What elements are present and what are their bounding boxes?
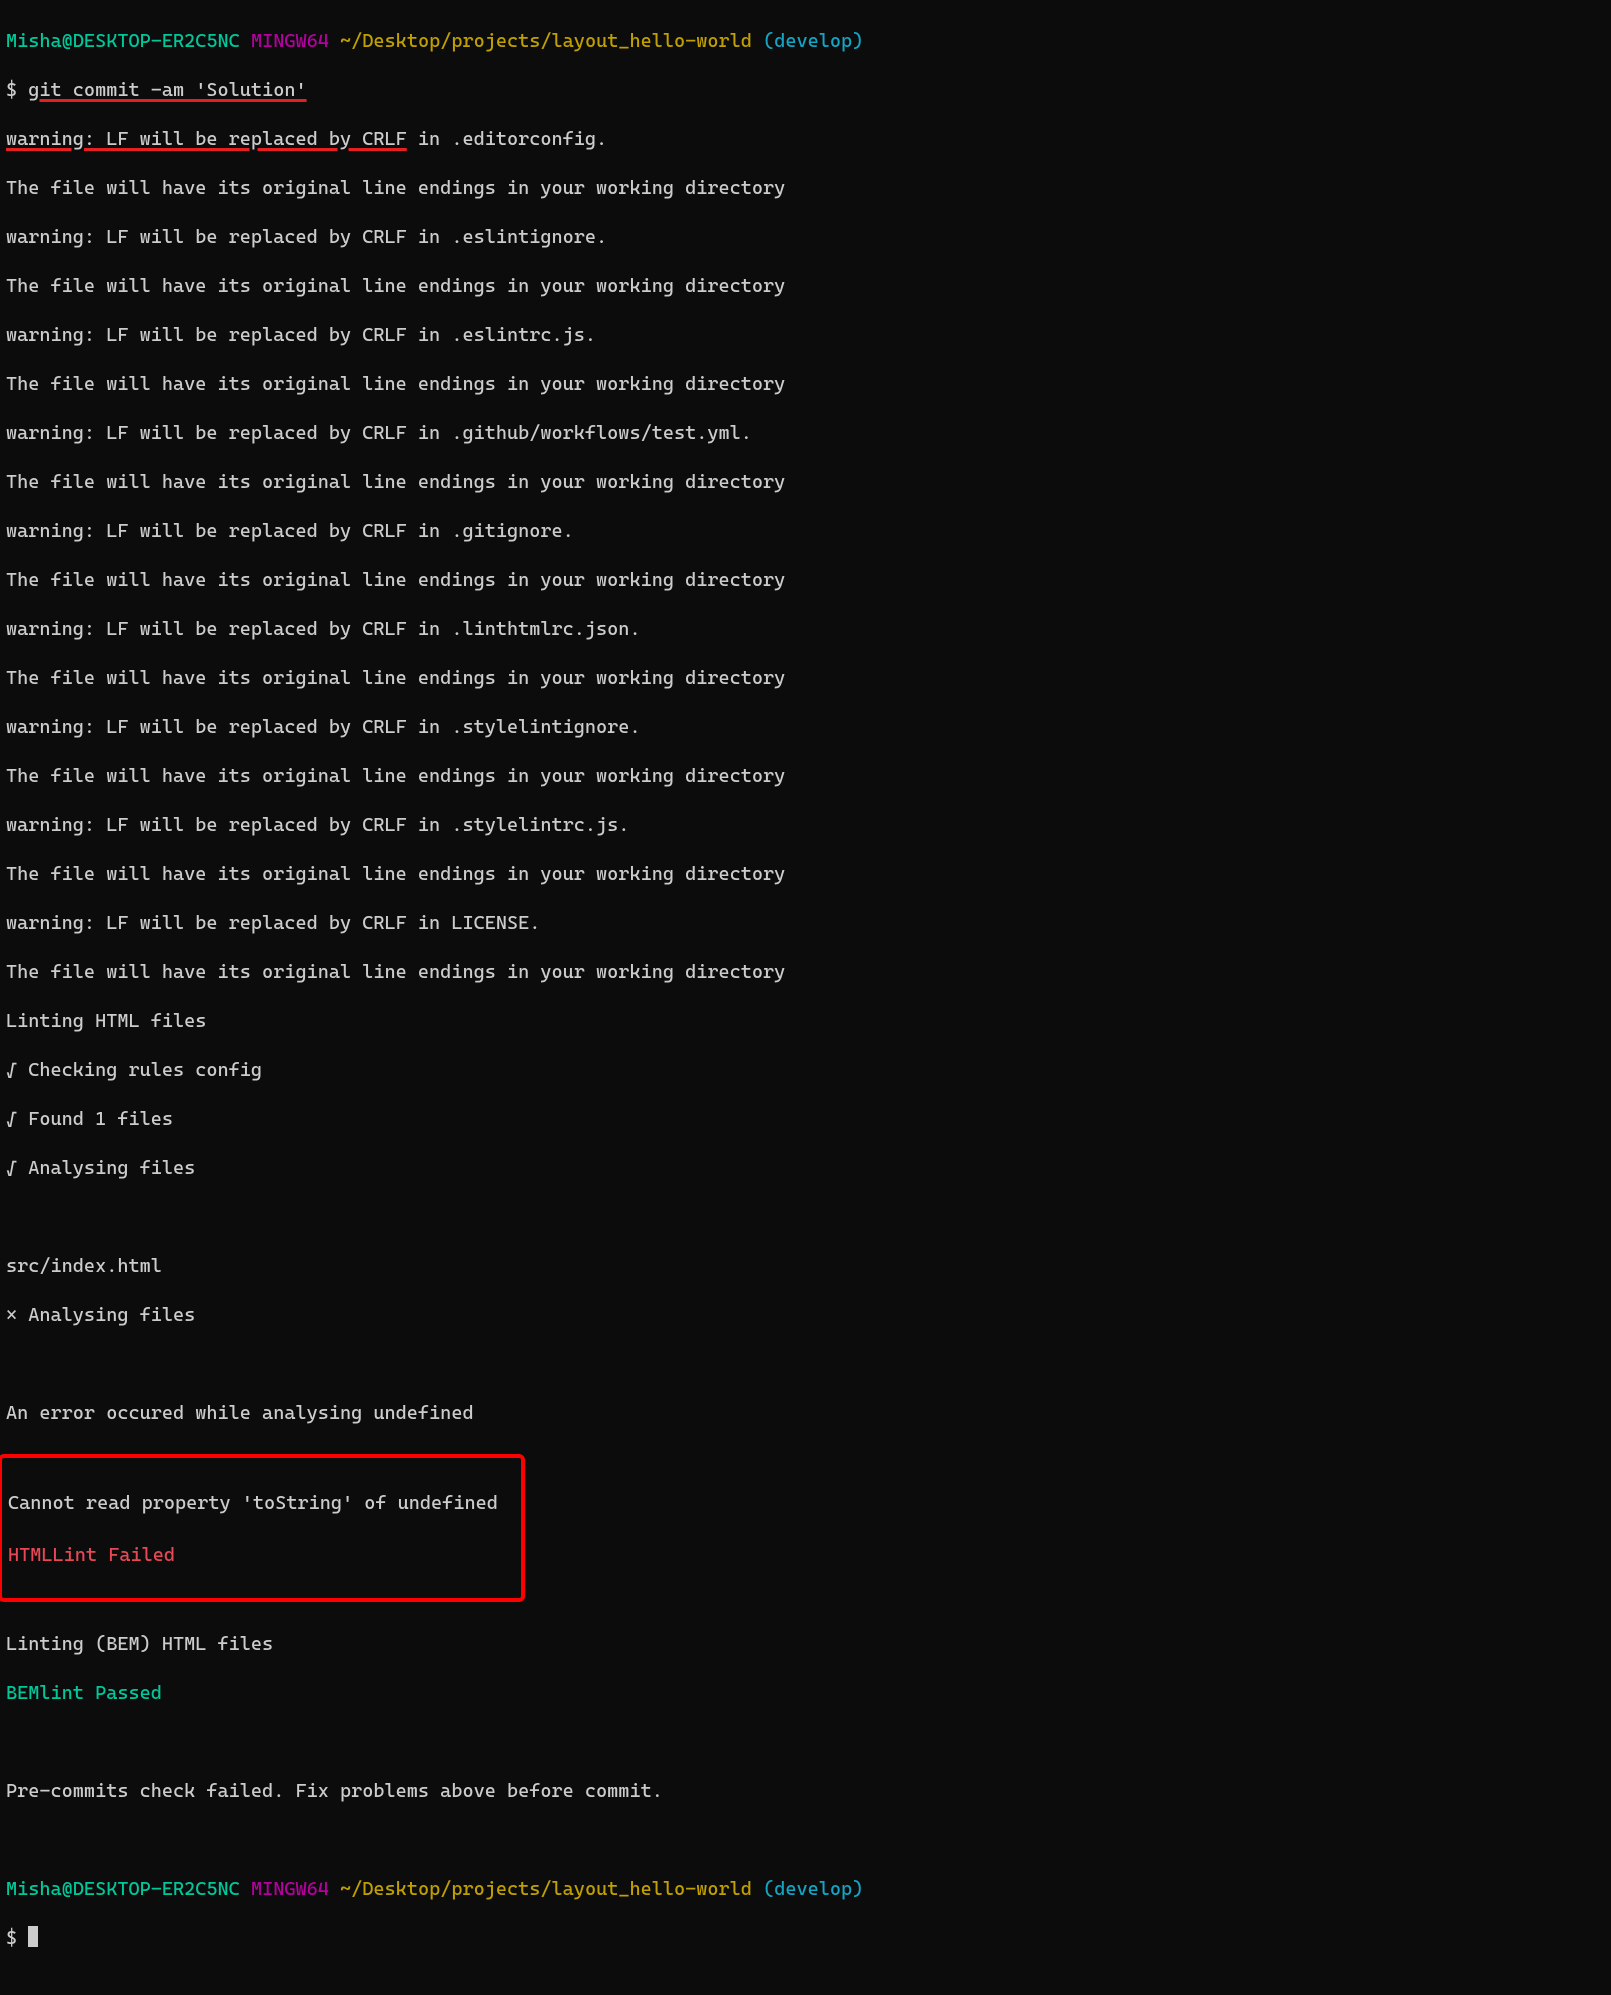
- prompt-user: Misha@DESKTOP-ER2C5NC: [6, 30, 240, 52]
- error-message: Cannot read property 'toString' of undef…: [8, 1490, 513, 1516]
- warning-rest: in .editorconfig.: [407, 128, 607, 150]
- prompt-env: MINGW64: [251, 30, 329, 52]
- cursor-icon: [28, 1926, 38, 1947]
- output-line: An error occured while analysing undefin…: [6, 1401, 1605, 1426]
- prompt-path: ~/Desktop/projects/layout_hello-world: [340, 30, 752, 52]
- output-line: The file will have its original line end…: [6, 372, 1605, 397]
- error-highlight-box: Cannot read property 'toString' of undef…: [0, 1454, 525, 1602]
- output-line: The file will have its original line end…: [6, 764, 1605, 789]
- output-line: warning: LF will be replaced by CRLF in …: [6, 127, 1605, 152]
- command-line-2[interactable]: $: [6, 1926, 1605, 1951]
- output-blank: [6, 1205, 1605, 1230]
- output-line: The file will have its original line end…: [6, 568, 1605, 593]
- output-line: warning: LF will be replaced by CRLF in …: [6, 813, 1605, 838]
- prompt-user: Misha@DESKTOP-ER2C5NC: [6, 1878, 240, 1900]
- output-line: Linting (BEM) HTML files: [6, 1632, 1605, 1657]
- prompt-env: MINGW64: [251, 1878, 329, 1900]
- command-text: git commit -am 'Solution': [28, 79, 306, 101]
- bemlint-passed: BEMlint Passed: [6, 1681, 1605, 1706]
- prompt-line-2: Misha@DESKTOP-ER2C5NC MINGW64 ~/Desktop/…: [6, 1877, 1605, 1902]
- output-blank: [6, 1828, 1605, 1853]
- warning-underlined: warning: LF will be replaced by CRLF: [6, 128, 407, 150]
- output-line: The file will have its original line end…: [6, 176, 1605, 201]
- prompt-symbol: $: [6, 1927, 28, 1949]
- output-line: warning: LF will be replaced by CRLF in …: [6, 225, 1605, 250]
- output-line: √ Checking rules config: [6, 1058, 1605, 1083]
- output-line: The file will have its original line end…: [6, 274, 1605, 299]
- output-line: Linting HTML files: [6, 1009, 1605, 1034]
- output-line: warning: LF will be replaced by CRLF in …: [6, 911, 1605, 936]
- output-blank: [6, 1730, 1605, 1755]
- prompt-line-1: Misha@DESKTOP-ER2C5NC MINGW64 ~/Desktop/…: [6, 29, 1605, 54]
- output-line: √ Found 1 files: [6, 1107, 1605, 1132]
- output-line: src/index.html: [6, 1254, 1605, 1279]
- output-line: √ Analysing files: [6, 1156, 1605, 1181]
- output-line: Pre-commits check failed. Fix problems a…: [6, 1779, 1605, 1804]
- command-line-1: $ git commit -am 'Solution': [6, 78, 1605, 103]
- output-line: warning: LF will be replaced by CRLF in …: [6, 715, 1605, 740]
- prompt-branch: (develop): [763, 1878, 863, 1900]
- output-line: warning: LF will be replaced by CRLF in …: [6, 519, 1605, 544]
- output-line: warning: LF will be replaced by CRLF in …: [6, 421, 1605, 446]
- output-blank: [6, 1352, 1605, 1377]
- output-line: The file will have its original line end…: [6, 960, 1605, 985]
- output-line: warning: LF will be replaced by CRLF in …: [6, 323, 1605, 348]
- prompt-symbol: $: [6, 79, 28, 101]
- terminal-window[interactable]: Misha@DESKTOP-ER2C5NC MINGW64 ~/Desktop/…: [0, 0, 1611, 1995]
- output-line: × Analysing files: [6, 1303, 1605, 1328]
- output-line: The file will have its original line end…: [6, 470, 1605, 495]
- prompt-branch: (develop): [763, 30, 863, 52]
- prompt-path: ~/Desktop/projects/layout_hello-world: [340, 1878, 752, 1900]
- htmllint-failed: HTMLLint Failed: [8, 1542, 513, 1568]
- output-line: warning: LF will be replaced by CRLF in …: [6, 617, 1605, 642]
- output-line: The file will have its original line end…: [6, 666, 1605, 691]
- output-line: The file will have its original line end…: [6, 862, 1605, 887]
